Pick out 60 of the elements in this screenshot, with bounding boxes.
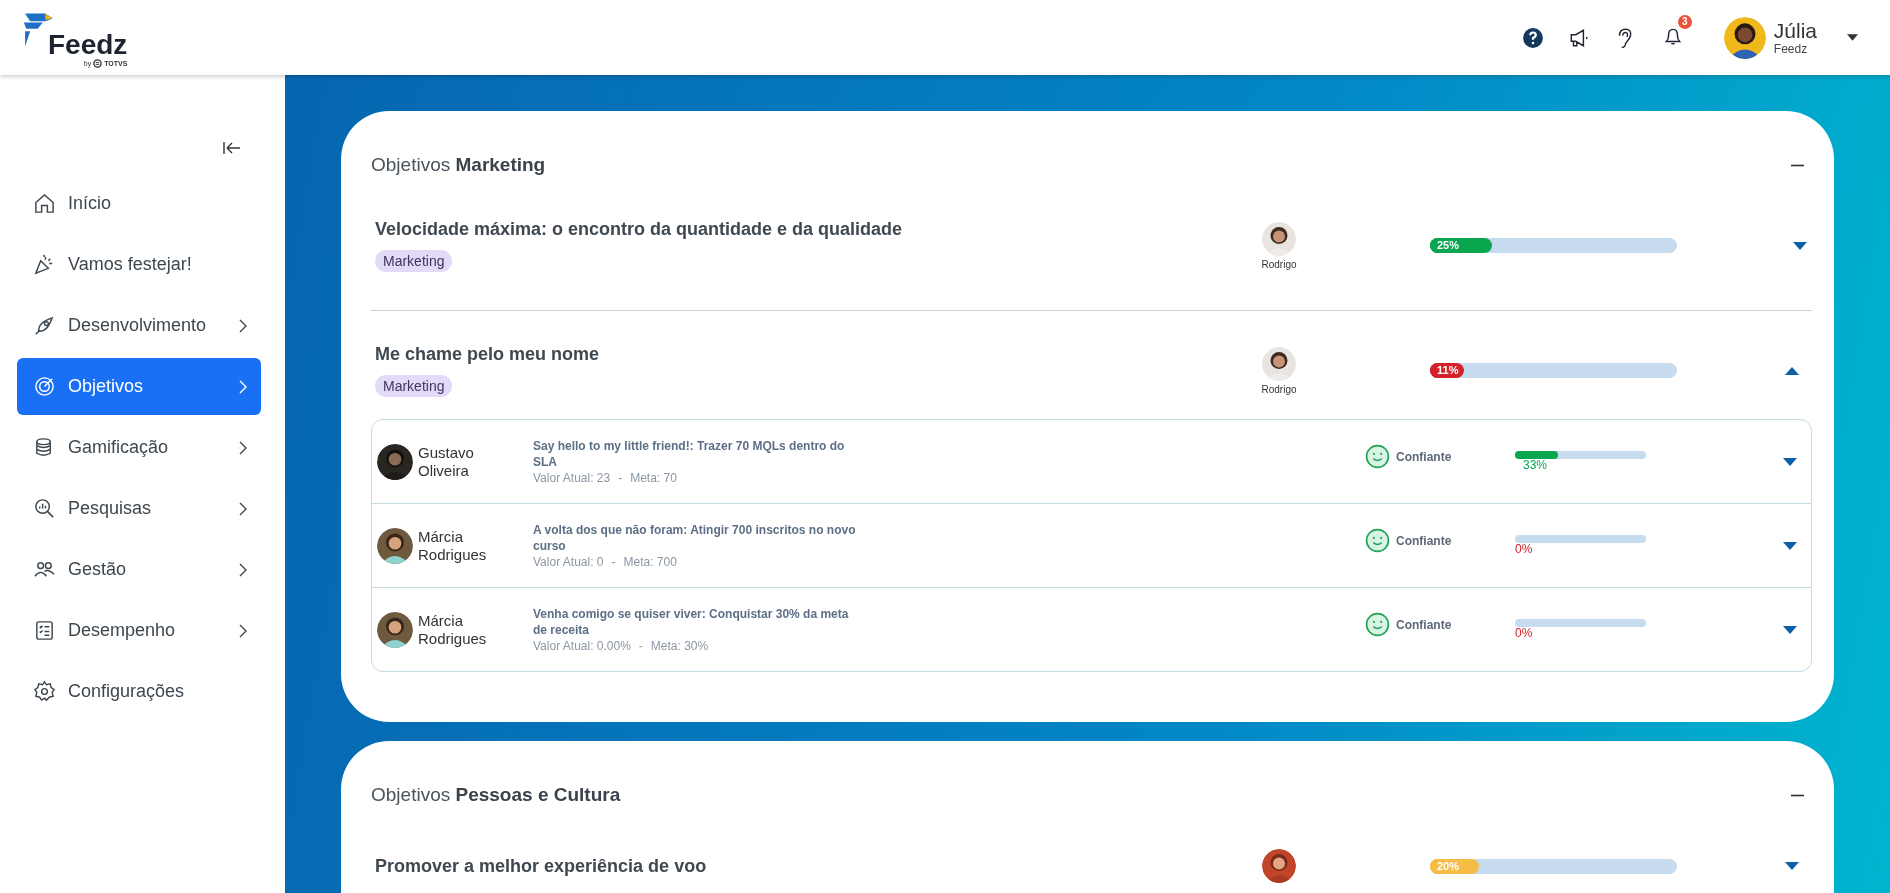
separator: - [638, 637, 643, 654]
smiley-icon [1365, 528, 1390, 553]
nav-item[interactable]: Pesquisas [17, 480, 261, 537]
person-name: Márcia Rodrigues [418, 611, 488, 648]
settings-icon [33, 680, 56, 703]
caret-icon[interactable] [1847, 34, 1858, 41]
progress-label: 0% [1515, 627, 1533, 640]
separator: - [618, 469, 623, 486]
notification-badge: 3 [1677, 14, 1692, 29]
confidence-label: Confiante [1396, 617, 1452, 632]
owner-name: Rodrigo [1261, 383, 1297, 395]
nav-item[interactable]: Objetivos [17, 358, 261, 415]
confidence-label: Confiante [1396, 449, 1452, 464]
owner-name: Rodrigo [1261, 258, 1297, 270]
person-name: Márcia Rodrigues [418, 527, 488, 564]
current-value: Valor Atual: 23 [533, 469, 611, 486]
key-result-title[interactable]: A volta dos que não foram: Atingir 700 inscritos no novo curso [533, 521, 863, 554]
confidence-label: Confiante [1396, 533, 1452, 548]
caret-down-icon[interactable] [1783, 541, 1797, 550]
nav-item[interactable]: Desenvolvimento [17, 297, 261, 354]
checklist-icon [33, 619, 56, 642]
nav-item[interactable]: Vamos festejar! [17, 236, 261, 293]
smiley-icon [1365, 612, 1390, 637]
nav-item[interactable]: Gestão [17, 541, 261, 598]
section-title: Objetivos Marketing [371, 154, 546, 176]
target-value: Meta: 700 [623, 553, 677, 570]
nav-item[interactable]: Desempenho [17, 602, 261, 659]
nav-item[interactable]: Gamificação [17, 419, 261, 476]
caret-down-icon[interactable] [1783, 457, 1797, 466]
user-company: Feedz [1773, 41, 1809, 56]
section-title: Objetivos Pessoas e Cultura [371, 784, 621, 806]
progress-label: 0% [1515, 543, 1533, 556]
user-name[interactable]: Júlia [1773, 19, 1817, 42]
collapse-icon[interactable] [223, 141, 241, 155]
caret-down-icon[interactable] [1793, 241, 1807, 250]
caret-up-icon[interactable] [1785, 366, 1799, 375]
target-icon [33, 375, 56, 398]
key-result-title[interactable]: Venha comigo se quiser viver: Conquistar 30% da meta de receita [533, 605, 863, 638]
current-value: Valor Atual: 0 [533, 553, 604, 570]
tag: Marketing [375, 375, 453, 397]
nav-item[interactable]: Início [17, 175, 261, 232]
target-value: Meta: 30% [650, 637, 709, 654]
objective-title[interactable]: Promover a melhor experiência de voo [375, 855, 707, 877]
home-icon [33, 192, 56, 215]
key-result-title[interactable]: Say hello to my little friend!: Trazer 70 MQLs dentro do SLA [533, 437, 863, 470]
separator: - [611, 553, 616, 570]
chart-search-icon [33, 497, 56, 520]
logo-wordmark: Feedz [48, 31, 128, 59]
tag: Marketing [375, 250, 453, 272]
help-icon[interactable] [1521, 26, 1544, 49]
person-name: Gustavo Oliveira [418, 443, 475, 480]
current-value: Valor Atual: 0.00% [533, 637, 631, 654]
target-value: Meta: 70 [630, 469, 677, 486]
caret-down-icon[interactable] [1785, 862, 1799, 870]
objective-title[interactable]: Velocidade máxima: o encontro da quantidade e da qualidade [375, 219, 903, 240]
nav-item[interactable]: Configurações [17, 663, 261, 720]
objective-title[interactable]: Me chame pelo meu nome [375, 344, 600, 365]
progress-label: 33% [1523, 459, 1548, 472]
caret-down-icon[interactable] [1783, 625, 1797, 634]
smiley-icon [1365, 444, 1390, 469]
